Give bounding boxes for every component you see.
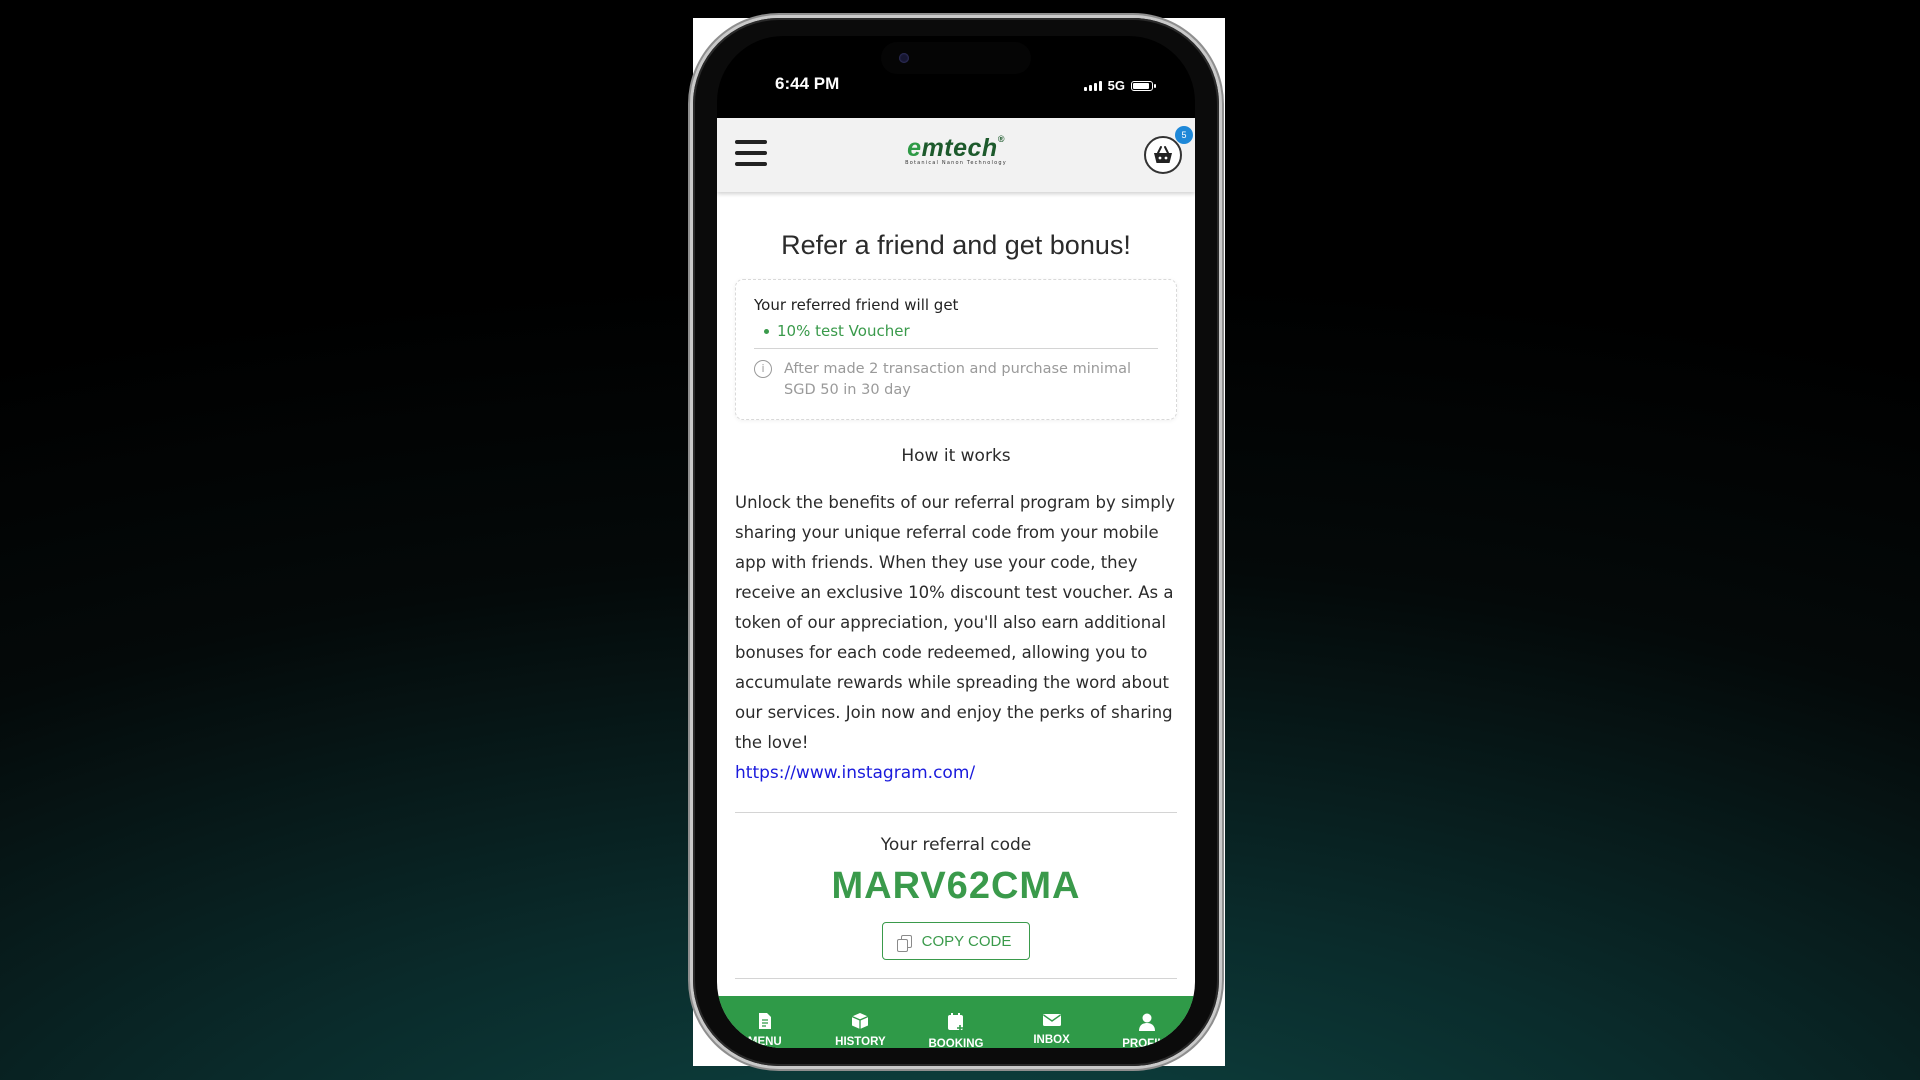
cart-count-badge: 5 bbox=[1175, 126, 1193, 144]
calendar-add-icon bbox=[947, 1013, 963, 1031]
battery-icon bbox=[1131, 80, 1156, 91]
reward-card-heading: Your referred friend will get bbox=[754, 296, 959, 314]
box-icon bbox=[852, 1013, 869, 1029]
referral-code: MARV62CMA bbox=[831, 865, 1081, 907]
status-time: 6:44 PM bbox=[775, 74, 840, 93]
how-it-works-heading: How it works bbox=[901, 446, 1011, 466]
copy-icon bbox=[896, 934, 912, 952]
dynamic-island bbox=[881, 42, 1031, 74]
referral-content: Refer a friend and get bonus! Your refer… bbox=[735, 192, 1177, 979]
reward-note: i After made 2 transaction and purchase … bbox=[754, 359, 1158, 401]
program-description: Unlock the benefits of our referral prog… bbox=[735, 493, 1176, 752]
bottom-tab-bar: MENU HISTORY BOOKING INBOX PROFILE bbox=[717, 996, 1195, 1048]
app-header: emtech® Botanical Nanon Technology 5 bbox=[717, 118, 1195, 192]
instagram-link[interactable]: https://www.instagram.com/ bbox=[735, 758, 1177, 788]
status-indicators: 5G bbox=[1083, 78, 1156, 93]
signal-icon bbox=[1083, 80, 1102, 91]
document-icon bbox=[758, 1013, 771, 1029]
tab-inbox[interactable]: INBOX bbox=[1004, 996, 1100, 1048]
reward-item: 10% test Voucher bbox=[754, 322, 1158, 340]
app-view: emtech® Botanical Nanon Technology 5 Ref… bbox=[717, 118, 1195, 1048]
reward-note-text: After made 2 transaction and purchase mi… bbox=[784, 361, 1131, 398]
section-divider bbox=[735, 812, 1177, 813]
phone-screen: 6:44 PM 5G emtech® Botanical Nanon Techn… bbox=[717, 36, 1195, 1048]
copy-code-button[interactable]: COPY CODE bbox=[881, 922, 1031, 960]
logo-tagline: Botanical Nanon Technology bbox=[905, 160, 1007, 166]
envelope-icon bbox=[1042, 1014, 1061, 1026]
reward-card: Your referred friend will get 10% test V… bbox=[735, 279, 1177, 420]
camera-icon bbox=[899, 53, 909, 63]
basket-icon bbox=[1154, 146, 1172, 163]
section-divider-bottom bbox=[735, 978, 1177, 979]
info-icon: i bbox=[754, 360, 772, 378]
phone-frame: 6:44 PM 5G emtech® Botanical Nanon Techn… bbox=[693, 18, 1219, 1066]
card-divider bbox=[754, 348, 1158, 349]
bullet-icon bbox=[764, 329, 769, 334]
copy-code-label: COPY CODE bbox=[921, 932, 1012, 950]
tab-menu[interactable]: MENU bbox=[717, 996, 813, 1048]
network-type: 5G bbox=[1107, 78, 1125, 93]
referral-code-label: Your referral code bbox=[880, 835, 1032, 855]
tab-profile[interactable]: PROFILE bbox=[1099, 996, 1195, 1048]
tab-booking[interactable]: BOOKING bbox=[908, 996, 1004, 1048]
person-icon bbox=[1139, 1013, 1156, 1031]
page-title: Refer a friend and get bonus! bbox=[781, 230, 1131, 260]
emtech-logo: emtech® Botanical Nanon Technology bbox=[717, 134, 1195, 166]
tab-history[interactable]: HISTORY bbox=[813, 996, 909, 1048]
cart-button[interactable] bbox=[1144, 136, 1182, 174]
